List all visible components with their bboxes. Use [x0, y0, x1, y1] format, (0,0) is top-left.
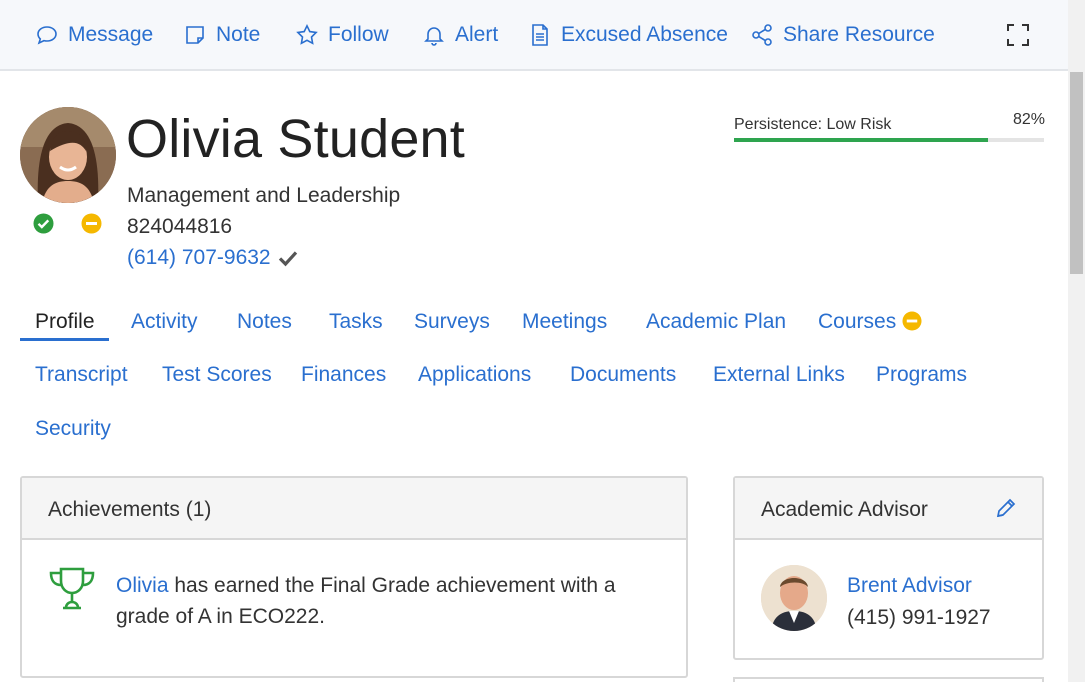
- star-icon: [296, 23, 318, 45]
- note-icon: [186, 26, 204, 44]
- persistence-bar: [734, 138, 1044, 142]
- achievements-card-header: Achievements (1): [22, 478, 686, 540]
- scrollbar-thumb[interactable]: [1070, 72, 1083, 274]
- excused-absence-button[interactable]: Excused Absence: [528, 0, 728, 70]
- document-icon: [532, 24, 548, 46]
- expand-icon[interactable]: [1005, 22, 1031, 48]
- advisor-phone: (415) 991-1927: [847, 606, 991, 629]
- minus-circle-icon: [902, 311, 922, 331]
- persistence-percent: 82%: [1013, 111, 1046, 128]
- share-icon: [752, 24, 772, 46]
- tab-surveys[interactable]: Surveys: [414, 310, 490, 334]
- tab-meetings[interactable]: Meetings: [522, 310, 607, 334]
- student-phone[interactable]: (614) 707-9632: [127, 246, 299, 270]
- tab-activity[interactable]: Activity: [131, 310, 198, 334]
- note-button[interactable]: Note: [183, 0, 260, 70]
- advisor-title: Academic Advisor: [761, 498, 928, 521]
- tab-external-links[interactable]: External Links: [713, 363, 845, 387]
- student-avatar: [20, 107, 116, 203]
- student-id: 824044816: [127, 215, 233, 238]
- share-resource-label: Share Resource: [783, 23, 935, 46]
- advisor-name-link[interactable]: Brent Advisor: [847, 574, 972, 598]
- student-program: Management and Leadership: [127, 184, 401, 207]
- follow-button[interactable]: Follow: [295, 0, 389, 70]
- check-circle-icon: [33, 213, 54, 234]
- tab-notes[interactable]: Notes: [237, 310, 292, 334]
- excused-absence-label: Excused Absence: [561, 23, 728, 46]
- persistence-label: Persistence: Low Risk: [734, 116, 892, 133]
- achievements-title: Achievements (1): [48, 498, 212, 521]
- tab-academic-plan[interactable]: Academic Plan: [646, 310, 786, 334]
- message-label: Message: [68, 23, 154, 46]
- message-icon: [37, 26, 57, 45]
- tab-profile-underline: [20, 338, 109, 341]
- next-card-edge: [733, 677, 1044, 682]
- action-toolbar: Message Note Follow Alert Excused Absenc…: [0, 0, 1068, 71]
- achievement-student-link[interactable]: Olivia: [116, 574, 169, 597]
- checkmark-icon: [278, 251, 297, 267]
- tab-courses[interactable]: Courses: [818, 310, 922, 334]
- alert-label: Alert: [455, 23, 499, 46]
- student-phone-number[interactable]: (614) 707-9632: [127, 246, 271, 270]
- tab-transcript[interactable]: Transcript: [35, 363, 128, 387]
- message-button[interactable]: Message: [35, 0, 153, 70]
- tab-profile[interactable]: Profile: [35, 310, 95, 334]
- tab-security[interactable]: Security: [35, 417, 111, 441]
- minus-circle-icon: [81, 213, 102, 234]
- academic-advisor-card: Academic Advisor Brent Advisor (415) 991…: [733, 476, 1044, 660]
- alert-button[interactable]: Alert: [422, 0, 498, 70]
- student-name: Olivia Student: [126, 109, 465, 169]
- tab-applications[interactable]: Applications: [418, 363, 531, 387]
- tab-documents[interactable]: Documents: [570, 363, 676, 387]
- achievement-description: has earned the Final Grade achievement w…: [116, 574, 616, 628]
- persistence-bar-fill: [734, 138, 989, 142]
- tab-test-scores[interactable]: Test Scores: [162, 363, 272, 387]
- trophy-icon: [49, 567, 95, 610]
- tab-programs[interactable]: Programs: [876, 363, 967, 387]
- pencil-icon[interactable]: [994, 496, 1018, 520]
- bell-icon: [424, 27, 444, 46]
- tab-courses-label: Courses: [818, 310, 897, 333]
- note-label: Note: [216, 23, 261, 46]
- share-resource-button[interactable]: Share Resource: [750, 0, 935, 70]
- tab-tasks[interactable]: Tasks: [329, 310, 383, 334]
- achievement-item: Olivia has earned the Final Grade achiev…: [116, 570, 636, 632]
- advisor-card-header: Academic Advisor: [735, 478, 1042, 540]
- follow-label: Follow: [328, 23, 389, 46]
- achievements-card: Achievements (1) Olivia has earned the F…: [20, 476, 688, 678]
- tab-finances[interactable]: Finances: [301, 363, 386, 387]
- advisor-avatar: [761, 565, 827, 631]
